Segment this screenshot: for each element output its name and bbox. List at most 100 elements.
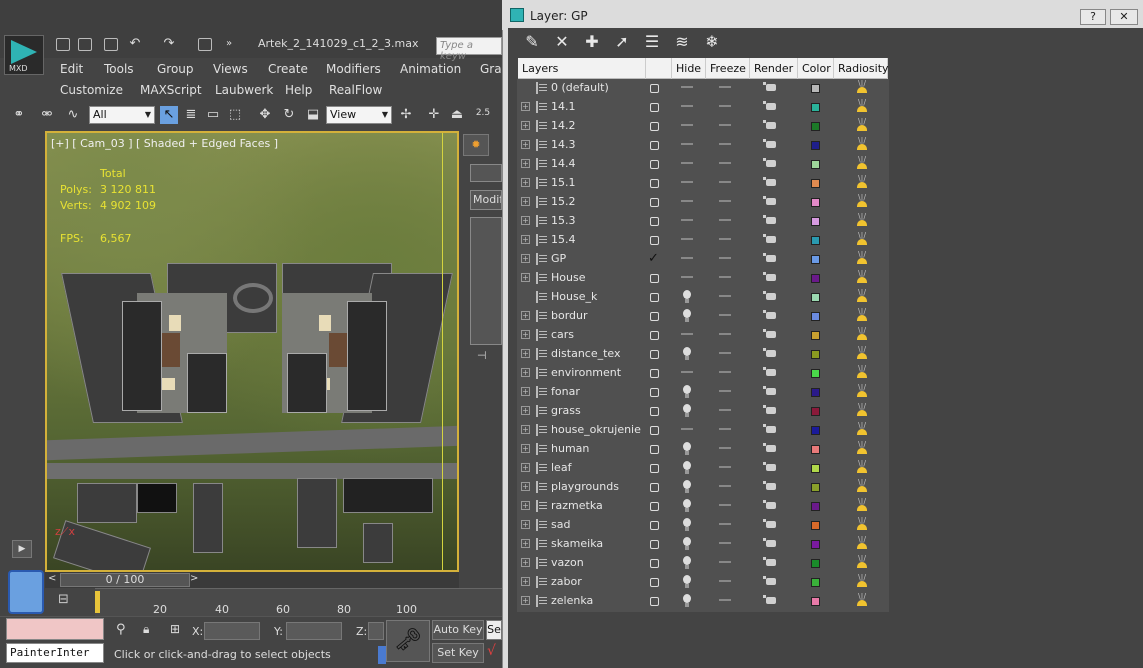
set-current-layer-icon[interactable]	[650, 369, 659, 378]
hide-toggle[interactable]	[681, 105, 693, 107]
layer-color-swatch[interactable]	[811, 255, 820, 264]
visible-bulb-icon[interactable]	[683, 404, 691, 417]
layer-name[interactable]: playgrounds	[551, 480, 619, 493]
rect-selection-icon[interactable]: ▭	[204, 106, 222, 124]
layer-color-swatch[interactable]	[811, 521, 820, 530]
layer-color-swatch[interactable]	[811, 540, 820, 549]
visible-bulb-icon[interactable]	[683, 594, 691, 607]
render-teapot-icon[interactable]	[763, 367, 776, 376]
freeze-toggle[interactable]	[719, 200, 731, 202]
layer-color-swatch[interactable]	[811, 559, 820, 568]
expand-toggle-icon[interactable]: +	[521, 330, 530, 339]
layer-name[interactable]: House	[551, 271, 585, 284]
pin-stack-icon[interactable]: ⊣	[477, 349, 487, 362]
col-current[interactable]	[646, 58, 672, 79]
expand-toggle-icon[interactable]: +	[521, 425, 530, 434]
set-key-mode-icon[interactable]: 🗝︎	[386, 620, 430, 662]
layer-row[interactable]: + cars \|/	[517, 326, 889, 345]
layer-row[interactable]: + House \|/	[517, 269, 889, 288]
freeze-toggle[interactable]	[719, 238, 731, 240]
render-teapot-icon[interactable]	[763, 177, 776, 186]
expand-toggle-icon[interactable]: +	[521, 216, 530, 225]
hide-toggle[interactable]	[681, 124, 693, 126]
render-teapot-icon[interactable]	[763, 101, 776, 110]
layer-name[interactable]: 15.1	[551, 176, 576, 189]
layer-color-swatch[interactable]	[811, 217, 820, 226]
visible-bulb-icon[interactable]	[683, 290, 691, 303]
freeze-toggle[interactable]	[719, 295, 731, 297]
layer-row[interactable]: +15.3 \|/	[517, 212, 889, 231]
render-teapot-icon[interactable]	[763, 424, 776, 433]
expand-toggle-icon[interactable]: +	[521, 273, 530, 282]
layer-name[interactable]: 15.3	[551, 214, 576, 227]
radiosity-sun-icon[interactable]: \|/	[854, 365, 870, 381]
highlight-selected-icon[interactable]: ☰	[642, 32, 662, 52]
radiosity-sun-icon[interactable]: \|/	[854, 403, 870, 419]
layer-color-swatch[interactable]	[811, 103, 820, 112]
hide-toggle[interactable]	[681, 219, 693, 221]
layer-row[interactable]: +14.3 \|/	[517, 136, 889, 155]
add-to-layer-icon[interactable]: ✚	[582, 32, 602, 52]
redo-icon[interactable]: ↷	[160, 35, 178, 53]
radiosity-sun-icon[interactable]: \|/	[854, 346, 870, 362]
time-next-icon[interactable]: >	[190, 573, 198, 584]
set-current-layer-icon[interactable]	[650, 122, 659, 131]
freeze-toggle[interactable]	[719, 504, 731, 506]
expand-toggle-icon[interactable]: +	[521, 121, 530, 130]
layer-row[interactable]: + grass \|/	[517, 402, 889, 421]
layer-color-swatch[interactable]	[811, 141, 820, 150]
time-prev-icon[interactable]: <	[48, 573, 56, 584]
render-teapot-icon[interactable]	[763, 443, 776, 452]
y-coord-field[interactable]	[286, 622, 342, 640]
render-teapot-icon[interactable]	[763, 139, 776, 148]
layer-color-swatch[interactable]	[811, 198, 820, 207]
close-button[interactable]: ✕	[1110, 9, 1138, 25]
visible-bulb-icon[interactable]	[683, 461, 691, 474]
layer-row[interactable]: House_k \|/	[517, 288, 889, 307]
set-current-layer-icon[interactable]	[650, 293, 659, 302]
layer-name[interactable]: GP	[551, 252, 566, 265]
radiosity-sun-icon[interactable]: \|/	[854, 251, 870, 267]
layer-color-swatch[interactable]	[811, 597, 820, 606]
freeze-toggle[interactable]	[719, 143, 731, 145]
col-layers[interactable]: Layers	[518, 58, 646, 79]
radiosity-sun-icon[interactable]: \|/	[854, 422, 870, 438]
render-teapot-icon[interactable]	[763, 538, 776, 547]
layer-row[interactable]: + GP ✓ \|/	[517, 250, 889, 269]
render-teapot-icon[interactable]	[763, 500, 776, 509]
expand-toggle-icon[interactable]: +	[521, 577, 530, 586]
layer-row[interactable]: + house_okrujenie \|/	[517, 421, 889, 440]
viewport-cam03[interactable]: [+] [ Cam_03 ] [ Shaded + Edged Faces ] …	[45, 131, 459, 572]
hide-toggle[interactable]	[681, 200, 693, 202]
menu-create[interactable]: Create	[268, 62, 308, 76]
layer-name[interactable]: distance_tex	[551, 347, 621, 360]
layer-row[interactable]: + vazon \|/	[517, 554, 889, 573]
render-teapot-icon[interactable]	[763, 310, 776, 319]
layer-name[interactable]: 15.2	[551, 195, 576, 208]
set-current-layer-icon[interactable]	[650, 597, 659, 606]
layer-row[interactable]: + razmetka \|/	[517, 497, 889, 516]
visible-bulb-icon[interactable]	[683, 575, 691, 588]
menu-help[interactable]: Help	[285, 83, 312, 97]
layer-color-swatch[interactable]	[811, 407, 820, 416]
maxscript-listener-input[interactable]: PainterInter	[6, 643, 104, 663]
hide-toggle[interactable]	[681, 428, 693, 430]
expand-toggle-icon[interactable]: +	[521, 444, 530, 453]
render-teapot-icon[interactable]	[763, 348, 776, 357]
rotate-icon[interactable]: ↻	[280, 106, 298, 124]
radiosity-sun-icon[interactable]: \|/	[854, 213, 870, 229]
layer-color-swatch[interactable]	[811, 160, 820, 169]
menu-group[interactable]: Group	[157, 62, 194, 76]
select-object-icon[interactable]: ↖	[160, 106, 178, 124]
layer-name[interactable]: skameika	[551, 537, 603, 550]
sun-light-icon[interactable]: ✹	[463, 134, 489, 156]
set-current-layer-icon[interactable]	[650, 179, 659, 188]
visible-bulb-icon[interactable]	[683, 556, 691, 569]
expand-toggle-icon[interactable]: +	[521, 368, 530, 377]
layer-color-swatch[interactable]	[811, 274, 820, 283]
move-icon[interactable]: ✥	[256, 106, 274, 124]
layer-color-swatch[interactable]	[811, 426, 820, 435]
layer-name[interactable]: bordur	[551, 309, 588, 322]
set-current-layer-icon[interactable]	[650, 236, 659, 245]
set-current-layer-icon[interactable]	[650, 198, 659, 207]
